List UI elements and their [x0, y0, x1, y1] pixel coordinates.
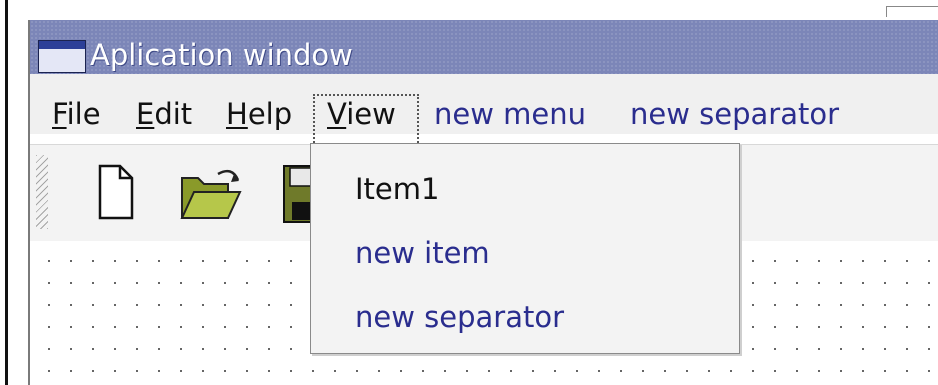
menu-new-separator[interactable]: new separator — [630, 96, 839, 132]
window-title: Aplication window — [90, 38, 353, 72]
menu-help-label: elp — [247, 97, 293, 131]
dropdown-item-new-item[interactable]: new item — [311, 224, 739, 286]
dropdown-item-item1[interactable]: Item1 — [311, 160, 739, 222]
cropped-frame-corner — [886, 6, 938, 17]
dropdown-item-new-separator[interactable]: new separator — [311, 288, 739, 350]
view-menu-dropdown: Item1 new item new separator — [310, 143, 740, 354]
title-bar[interactable]: Aplication window — [30, 20, 938, 74]
menu-help[interactable]: Help — [226, 96, 292, 132]
menu-new-menu[interactable]: new menu — [434, 96, 586, 132]
menu-file-accelerator: F — [52, 97, 67, 131]
menu-edit[interactable]: Edit — [136, 96, 192, 132]
outer-frame-line — [5, 0, 8, 385]
dropdown-item-label: new separator — [355, 300, 565, 334]
dropdown-item-label: Item1 — [355, 172, 440, 206]
new-document-icon — [98, 164, 134, 220]
menu-view-label: iew — [346, 97, 396, 131]
open-folder-button[interactable] — [178, 164, 242, 220]
menu-edit-accelerator: E — [136, 97, 155, 131]
menu-view-accelerator: V — [327, 97, 347, 131]
new-document-button[interactable] — [96, 162, 148, 220]
menu-view[interactable]: View — [327, 96, 396, 132]
toolbar-grip[interactable] — [36, 155, 48, 229]
menu-file[interactable]: File — [52, 96, 101, 132]
menu-help-accelerator: H — [226, 97, 248, 131]
window-icon — [38, 40, 86, 73]
open-folder-icon — [180, 169, 242, 219]
dropdown-item-label: new item — [355, 236, 490, 270]
menu-bar: File Edit Help View new menu new separat… — [30, 74, 938, 150]
menu-edit-label: dit — [154, 97, 193, 131]
menu-file-label: ile — [66, 97, 101, 131]
cropped-header-strip — [0, 0, 938, 20]
